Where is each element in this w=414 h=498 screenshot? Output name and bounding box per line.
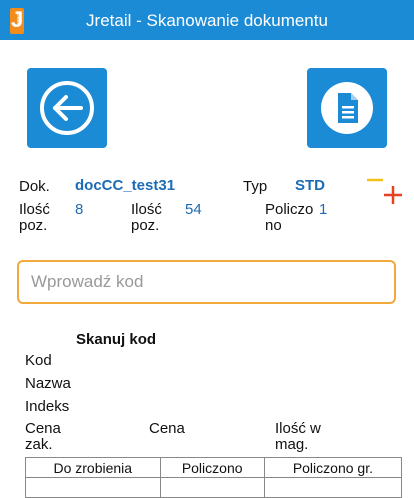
policzono-label-line1: Policzo xyxy=(265,201,314,218)
ilosc-poz2-label: Ilość poz. xyxy=(131,202,162,234)
arrow-left-circle-icon xyxy=(40,81,94,135)
cell-do-zrobienia xyxy=(25,477,161,498)
ilosc-poz2-value: 54 xyxy=(185,201,202,218)
header-policzono: Policzono xyxy=(159,457,265,478)
window-title: Jretail - Skanowanie dokumentu xyxy=(86,11,328,30)
ilosc-mag-label-line1: Ilość w xyxy=(275,420,321,437)
plus-minus-icon[interactable] xyxy=(366,176,402,206)
ilosc-mag-label-line2: mag. xyxy=(275,436,309,453)
ilosc-poz-label: Ilość poz. xyxy=(19,202,50,234)
policzono-value: 1 xyxy=(319,201,328,218)
cell-policzono xyxy=(159,477,265,498)
cell-policzono-gr xyxy=(263,477,403,498)
scan-title: Skanuj kod xyxy=(76,331,157,348)
cena-zak-label: Cena zak. xyxy=(25,421,61,453)
ilosc-poz-label-line1: Ilość xyxy=(19,201,50,218)
cena-zak-label-line2: zak. xyxy=(25,436,53,453)
nazwa-label: Nazwa xyxy=(25,375,71,392)
document-icon xyxy=(321,82,373,134)
ilosc-poz-label-line2: poz. xyxy=(19,217,48,234)
table-header-row: Do zrobienia Policzono Policzono gr. xyxy=(25,457,403,478)
title-bar: J retail Jretail - Skanowanie dokumentu xyxy=(0,0,414,40)
policzono-label: Policzo no xyxy=(265,202,313,234)
code-input[interactable] xyxy=(29,262,393,302)
dok-value: docCC_test31 xyxy=(75,177,176,194)
counts-table: Do zrobienia Policzono Policzono gr. xyxy=(25,457,403,498)
typ-value: STD xyxy=(295,177,325,194)
header-policzono-gr: Policzono gr. xyxy=(263,457,403,478)
ilosc-mag-label: Ilość w mag. xyxy=(275,421,321,453)
typ-label: Typ xyxy=(243,178,268,195)
back-button[interactable] xyxy=(27,68,107,148)
ilosc-poz2-label-line2: poz. xyxy=(131,217,160,234)
policzono-label-line2: no xyxy=(265,217,282,234)
header-do-zrobienia: Do zrobienia xyxy=(25,457,161,478)
table-row xyxy=(25,477,403,498)
cena-label: Cena xyxy=(149,420,185,437)
ilosc-poz2-label-line1: Ilość xyxy=(131,201,162,218)
dok-label: Dok. xyxy=(19,178,50,195)
code-input-wrapper xyxy=(17,260,396,304)
document-button[interactable] xyxy=(307,68,387,148)
kod-label: Kod xyxy=(25,352,52,369)
ilosc-poz-value: 8 xyxy=(75,201,84,218)
cena-zak-label-line1: Cena xyxy=(25,420,61,437)
indeks-label: Indeks xyxy=(25,398,70,415)
